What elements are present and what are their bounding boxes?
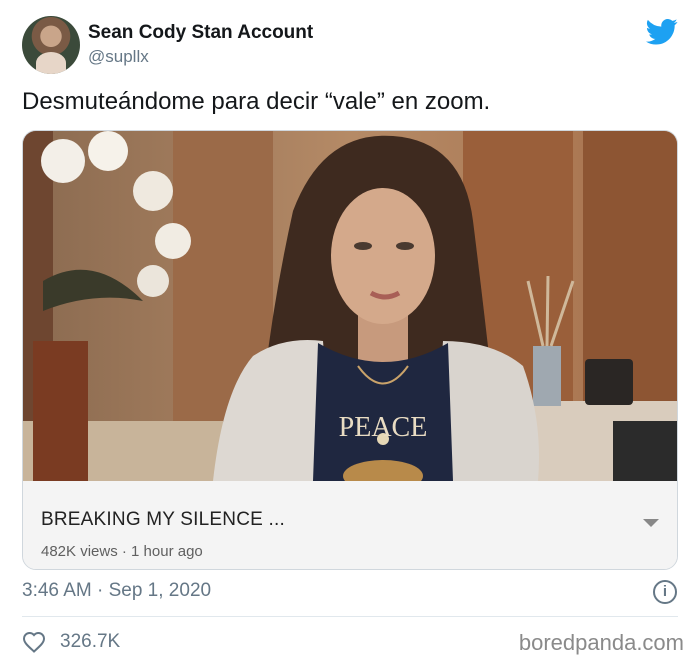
info-icon[interactable]: i [653,580,677,604]
tweet-timestamp[interactable]: 3:46 AM · Sep 1, 2020 [22,580,211,602]
video-thumbnail[interactable]: PEACE [23,131,678,481]
video-title[interactable]: BREAKING MY SILENCE ... [41,509,285,531]
dropdown-caret-icon[interactable] [643,519,659,527]
video-info: BREAKING MY SILENCE ... 482K views · 1 h… [23,481,677,569]
watermark: boredpanda.com [518,630,684,655]
divider [22,616,678,617]
tweet-header: Sean Cody Stan Account @supllx [22,16,682,76]
author-name[interactable]: Sean Cody Stan Account [88,22,313,44]
author-handle[interactable]: @supllx [88,47,149,67]
shirt-text: PEACE [339,412,428,443]
video-subtitle: 482K views · 1 hour ago [41,543,203,560]
heart-icon[interactable] [22,631,46,653]
avatar[interactable] [22,16,80,74]
like-count: 326.7K [60,631,121,652]
twitter-bird-icon[interactable] [646,18,678,46]
like-button[interactable]: 326.7K [22,630,120,654]
tweet-text: Desmuteándome para decir “vale” en zoom. [22,88,491,115]
video-card[interactable]: PEACE BREAKING MY SILENCE ... 482K views… [22,130,678,570]
